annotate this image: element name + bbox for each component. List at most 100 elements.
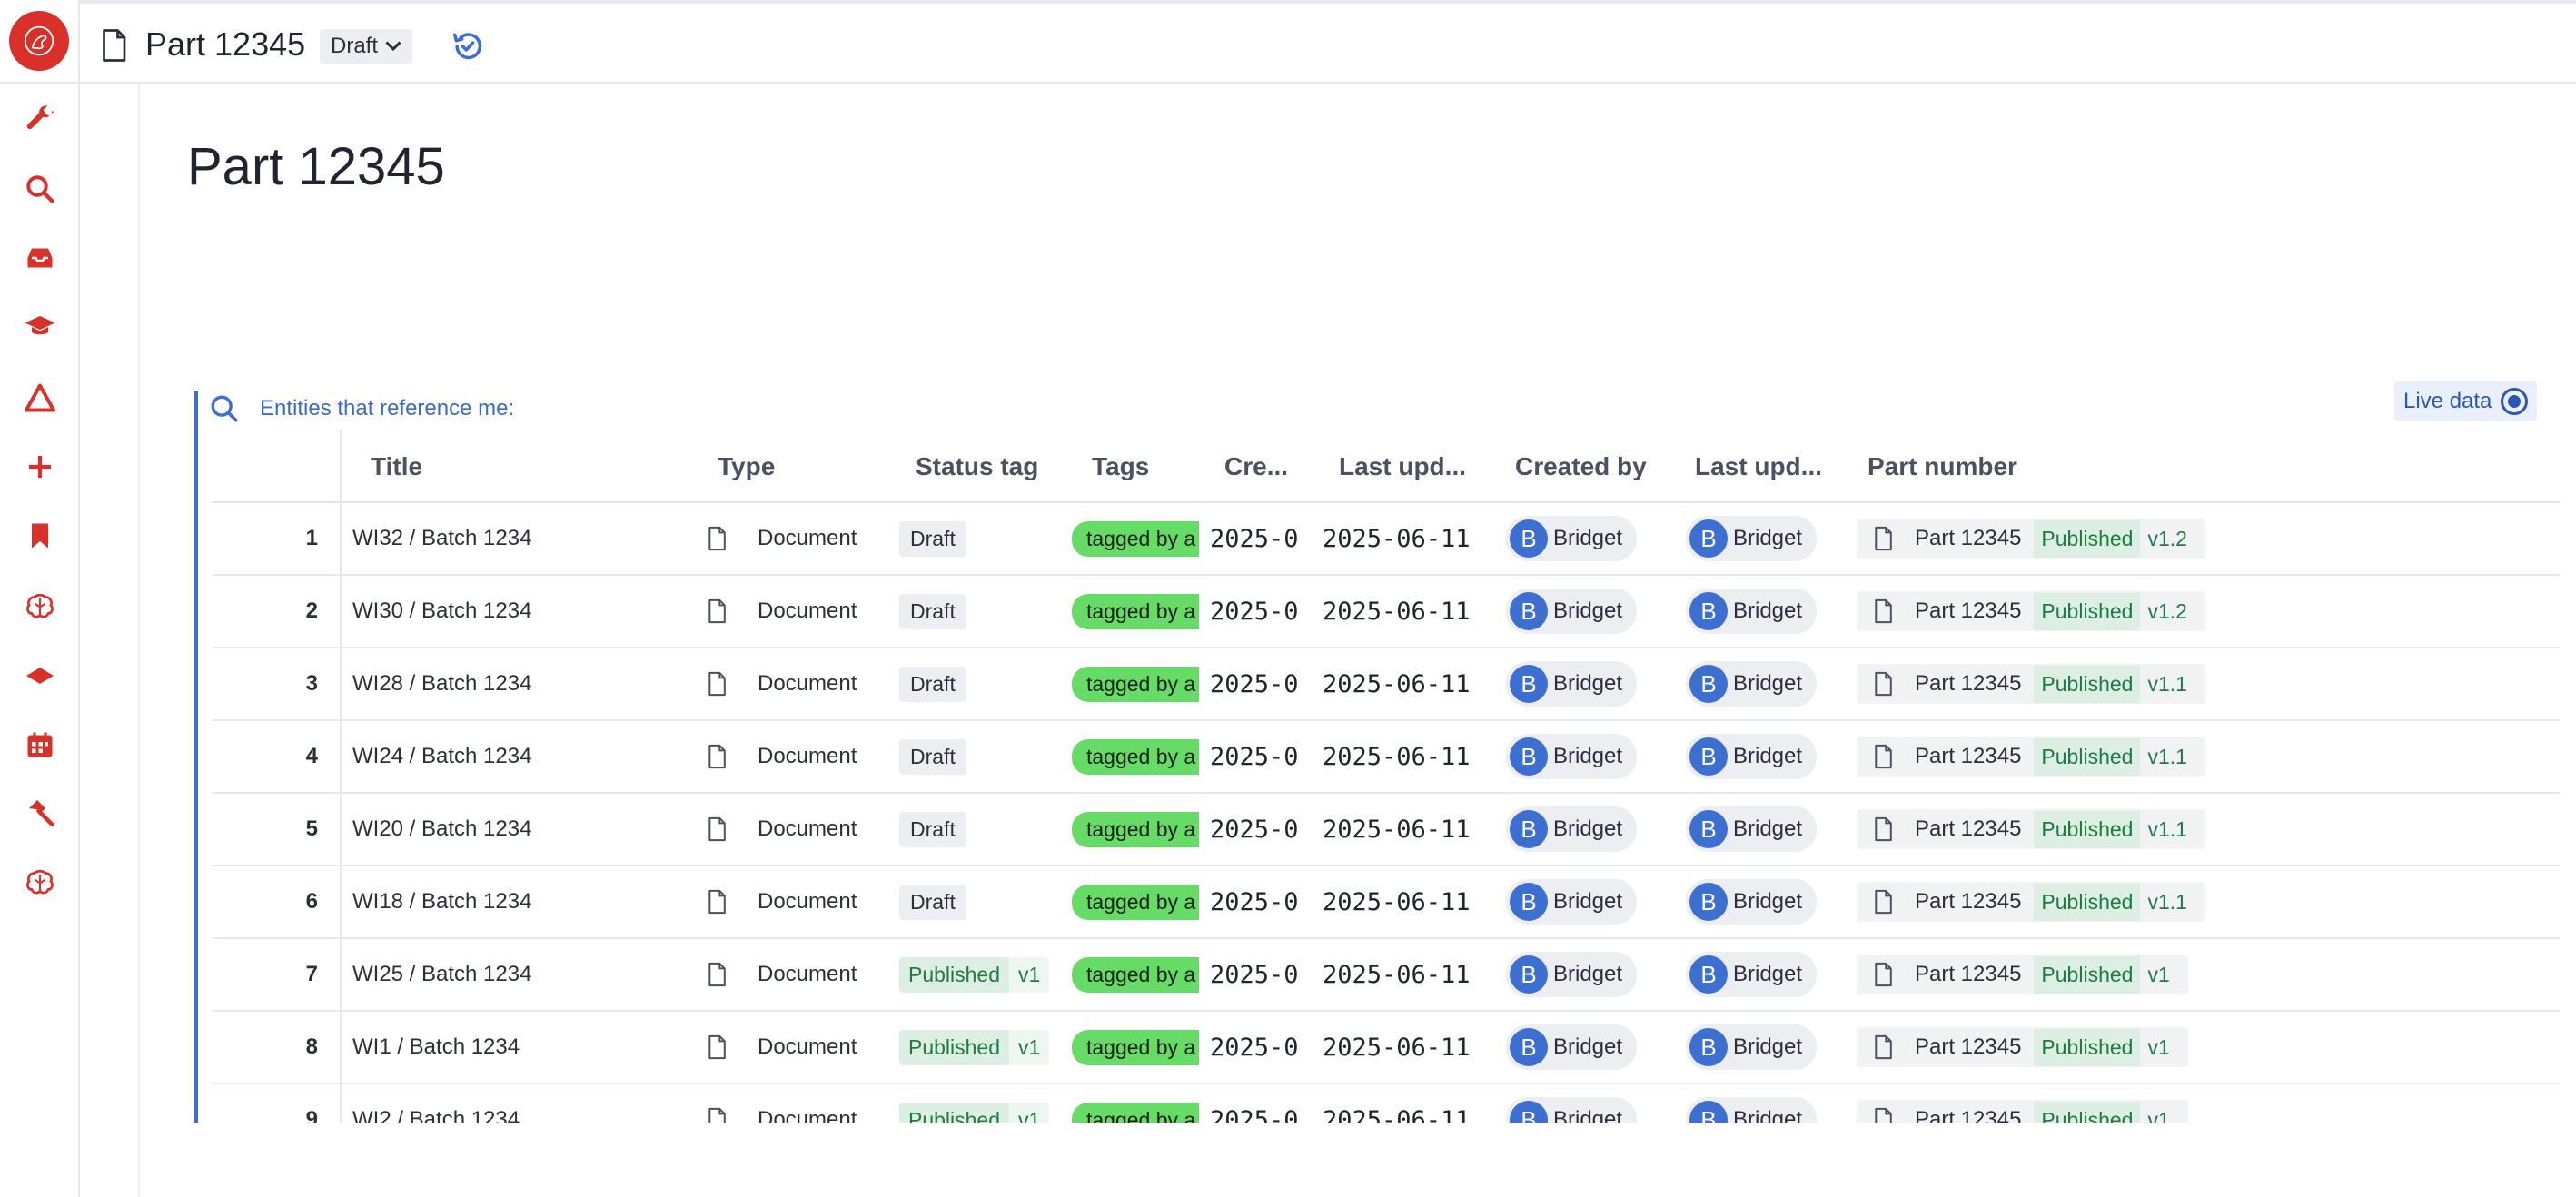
part-reference-chip[interactable]: Part 12345 Published v1: [1857, 1100, 2188, 1123]
tag-chip[interactable]: tagged by a: [1072, 884, 1199, 920]
user-chip[interactable]: B Bridget: [1506, 1024, 1638, 1070]
table-row[interactable]: 4 WI24 / Batch 1234 Document Draft tagge…: [213, 721, 2560, 794]
row-updated-by[interactable]: B Bridget: [1686, 721, 1818, 792]
row-part-number[interactable]: Part 12345 Published v1.2: [1857, 576, 2205, 647]
table-row[interactable]: 3 WI28 / Batch 1234 Document Draft tagge…: [213, 648, 2560, 721]
part-reference-chip[interactable]: Part 12345 Published v1.1: [1857, 809, 2205, 849]
bookmark-icon[interactable]: [20, 516, 60, 556]
row-tags[interactable]: tagged by a: [1072, 648, 1199, 719]
row-title-link[interactable]: WI25 / Batch 1234: [352, 939, 531, 1010]
user-chip[interactable]: B Bridget: [1506, 1097, 1638, 1123]
row-tags[interactable]: tagged by a: [1072, 1084, 1199, 1123]
table-row[interactable]: 5 WI20 / Batch 1234 Document Draft tagge…: [213, 794, 2560, 866]
history-check-icon[interactable]: [451, 29, 485, 64]
column-header-tags[interactable]: Tags: [1092, 452, 1149, 481]
search-icon[interactable]: [20, 169, 60, 209]
part-reference-chip[interactable]: Part 12345 Published v1.2: [1857, 591, 2205, 631]
row-tags[interactable]: tagged by a: [1072, 721, 1199, 792]
column-header-created-by[interactable]: Created by: [1515, 452, 1647, 481]
table-row[interactable]: 9 WI2 / Batch 1234 Document Published v1 …: [213, 1084, 2560, 1123]
row-created-by[interactable]: B Bridget: [1506, 503, 1638, 574]
column-header-part-number[interactable]: Part number: [1868, 452, 2017, 481]
brain-icon-secondary[interactable]: [20, 863, 60, 903]
row-tags[interactable]: tagged by a: [1072, 794, 1199, 865]
row-created-by[interactable]: B Bridget: [1506, 576, 1638, 647]
row-updated-by[interactable]: B Bridget: [1686, 939, 1818, 1010]
row-tags[interactable]: tagged by a: [1072, 576, 1199, 647]
row-title-link[interactable]: WI30 / Batch 1234: [352, 576, 531, 647]
tag-chip[interactable]: tagged by a: [1072, 956, 1199, 993]
column-header-title[interactable]: Title: [371, 452, 422, 481]
user-chip[interactable]: B Bridget: [1686, 806, 1818, 852]
row-tags[interactable]: tagged by a: [1072, 1012, 1199, 1083]
row-updated-by[interactable]: B Bridget: [1686, 1084, 1818, 1123]
app-logo[interactable]: [9, 11, 69, 71]
part-reference-chip[interactable]: Part 12345 Published v1: [1857, 955, 2188, 994]
user-chip[interactable]: B Bridget: [1506, 952, 1638, 997]
user-chip[interactable]: B Bridget: [1506, 516, 1638, 561]
tag-chip[interactable]: tagged by a: [1072, 666, 1199, 702]
row-created-by[interactable]: B Bridget: [1506, 1012, 1638, 1083]
row-created-by[interactable]: B Bridget: [1506, 648, 1638, 719]
row-part-number[interactable]: Part 12345 Published v1.1: [1857, 648, 2205, 719]
user-chip[interactable]: B Bridget: [1686, 589, 1818, 634]
row-part-number[interactable]: Part 12345 Published v1.2: [1857, 503, 2205, 574]
part-reference-chip[interactable]: Part 12345 Published v1.1: [1857, 664, 2205, 704]
user-chip[interactable]: B Bridget: [1506, 589, 1638, 634]
tag-chip[interactable]: tagged by a: [1072, 1102, 1199, 1123]
row-tags[interactable]: tagged by a: [1072, 866, 1199, 937]
plus-icon[interactable]: [20, 447, 60, 487]
tag-chip[interactable]: tagged by a: [1072, 593, 1199, 629]
row-title-link[interactable]: WI20 / Batch 1234: [352, 794, 531, 865]
row-created-by[interactable]: B Bridget: [1506, 866, 1638, 937]
user-chip[interactable]: B Bridget: [1506, 806, 1638, 852]
delta-icon[interactable]: [20, 378, 60, 418]
part-reference-chip[interactable]: Part 12345 Published v1.1: [1857, 737, 2205, 777]
column-header-created[interactable]: Cre...: [1224, 452, 1288, 481]
column-header-status-tag[interactable]: Status tag: [916, 452, 1038, 481]
row-part-number[interactable]: Part 12345 Published v1.1: [1857, 866, 2205, 937]
column-header-last-updated-by[interactable]: Last upd...: [1695, 452, 1822, 481]
row-created-by[interactable]: B Bridget: [1506, 1084, 1638, 1123]
row-title-link[interactable]: WI32 / Batch 1234: [352, 503, 531, 574]
table-row[interactable]: 7 WI25 / Batch 1234 Document Published v1…: [213, 939, 2560, 1012]
user-chip[interactable]: B Bridget: [1686, 734, 1818, 779]
part-reference-chip[interactable]: Part 12345 Published v1: [1857, 1027, 2188, 1067]
row-title-link[interactable]: WI28 / Batch 1234: [352, 648, 531, 719]
row-title-link[interactable]: WI2 / Batch 1234: [352, 1084, 520, 1123]
row-updated-by[interactable]: B Bridget: [1686, 866, 1818, 937]
user-chip[interactable]: B Bridget: [1686, 1024, 1818, 1070]
status-dropdown[interactable]: Draft: [320, 29, 413, 64]
row-created-by[interactable]: B Bridget: [1506, 939, 1638, 1010]
row-part-number[interactable]: Part 12345 Published v1: [1857, 939, 2188, 1010]
row-updated-by[interactable]: B Bridget: [1686, 576, 1818, 647]
user-chip[interactable]: B Bridget: [1686, 879, 1818, 925]
row-title-link[interactable]: WI18 / Batch 1234: [352, 866, 531, 937]
row-part-number[interactable]: Part 12345 Published v1: [1857, 1084, 2188, 1123]
row-part-number[interactable]: Part 12345 Published v1.1: [1857, 721, 2205, 792]
row-title-link[interactable]: WI1 / Batch 1234: [352, 1012, 520, 1083]
table-row[interactable]: 1 WI32 / Batch 1234 Document Draft tagge…: [213, 503, 2560, 576]
tag-chip[interactable]: tagged by a: [1072, 811, 1199, 847]
inbox-icon[interactable]: [20, 238, 60, 278]
row-part-number[interactable]: Part 12345 Published v1.1: [1857, 794, 2205, 865]
tag-chip[interactable]: tagged by a: [1072, 520, 1199, 557]
table-row[interactable]: 6 WI18 / Batch 1234 Document Draft tagge…: [213, 866, 2560, 939]
column-header-last-updated[interactable]: Last upd...: [1339, 452, 1466, 481]
brain-icon[interactable]: [20, 587, 60, 627]
user-chip[interactable]: B Bridget: [1686, 661, 1818, 707]
table-row[interactable]: 8 WI1 / Batch 1234 Document Published v1 …: [213, 1012, 2560, 1084]
row-title-link[interactable]: WI24 / Batch 1234: [352, 721, 531, 792]
column-header-type[interactable]: Type: [718, 452, 775, 481]
row-updated-by[interactable]: B Bridget: [1686, 503, 1818, 574]
row-created-by[interactable]: B Bridget: [1506, 794, 1638, 865]
wrench-icon[interactable]: [20, 98, 60, 138]
user-chip[interactable]: B Bridget: [1686, 952, 1818, 997]
calendar-icon[interactable]: [20, 725, 60, 765]
tag-chip[interactable]: tagged by a: [1072, 1029, 1199, 1065]
row-created-by[interactable]: B Bridget: [1506, 721, 1638, 792]
user-chip[interactable]: B Bridget: [1686, 1097, 1818, 1123]
table-row[interactable]: 2 WI30 / Batch 1234 Document Draft tagge…: [213, 576, 2560, 648]
hammer-icon[interactable]: [20, 794, 60, 834]
row-tags[interactable]: tagged by a: [1072, 939, 1199, 1010]
